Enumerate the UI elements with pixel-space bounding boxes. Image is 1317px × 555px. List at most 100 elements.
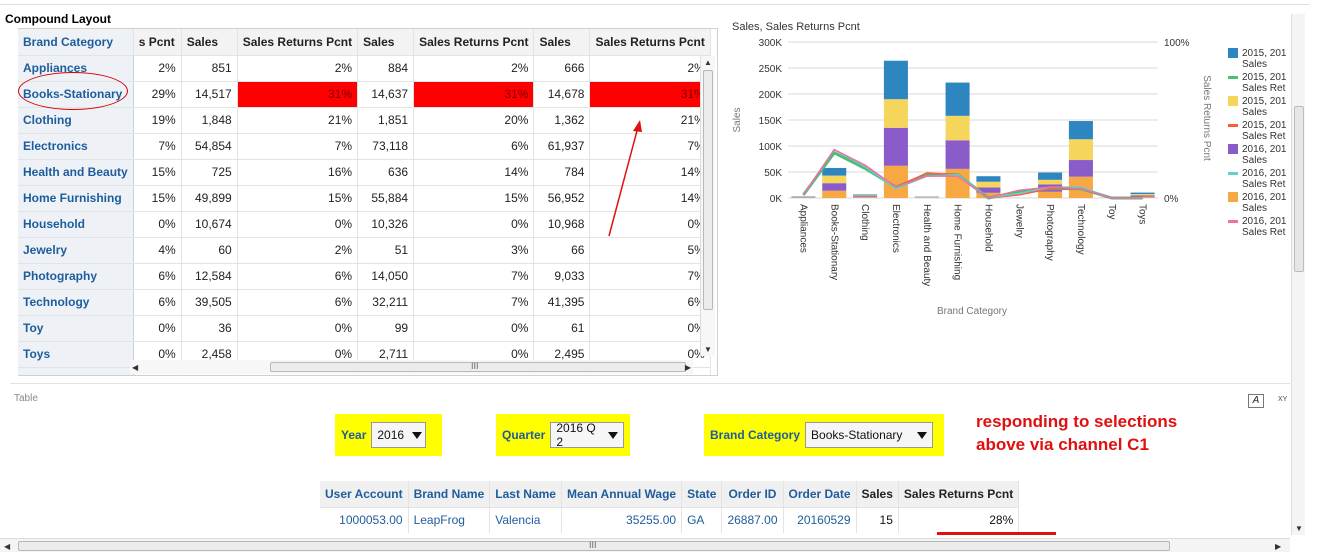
pivot-cell[interactable]: 2% bbox=[237, 55, 359, 82]
col-sales-returns-pcnt[interactable]: Sales Returns Pcnt bbox=[898, 481, 1020, 508]
cell-mean-annual-wage[interactable]: 35255.00 bbox=[561, 507, 683, 533]
pivot-cell[interactable]: 29% bbox=[133, 81, 182, 108]
pivot-cell[interactable]: 6% bbox=[589, 289, 711, 316]
pivot-row-category[interactable]: Jewelry bbox=[18, 237, 134, 264]
col-sales[interactable]: Sales bbox=[856, 481, 899, 508]
bar-segment[interactable] bbox=[1130, 192, 1155, 194]
pivot-row-category[interactable]: Home Furnishing bbox=[18, 185, 134, 212]
xy-tool-icon[interactable]: XY bbox=[1278, 396, 1287, 403]
bar-segment[interactable] bbox=[822, 175, 847, 184]
pivot-cell[interactable]: 19% bbox=[133, 107, 182, 134]
bar-segment[interactable] bbox=[1068, 121, 1093, 140]
pivot-cell[interactable]: 15% bbox=[133, 159, 182, 186]
pivot-cell[interactable]: 6% bbox=[237, 263, 359, 290]
pivot-row-category[interactable]: Books-Stationary bbox=[18, 81, 134, 108]
legend-item[interactable]: 2015, 201 Sales Ret bbox=[1228, 120, 1287, 142]
pivot-cell[interactable]: 61 bbox=[533, 315, 591, 342]
bar-segment[interactable] bbox=[883, 127, 908, 166]
pivot-cell[interactable]: 3% bbox=[413, 237, 535, 264]
pivot-cell[interactable]: 15% bbox=[237, 185, 359, 212]
pivot-cell[interactable]: 0% bbox=[589, 315, 711, 342]
legend-item[interactable]: 2016, 201 Sales Ret bbox=[1228, 216, 1287, 238]
pivot-cell[interactable]: 14% bbox=[413, 159, 535, 186]
bar-segment[interactable] bbox=[822, 183, 847, 191]
pivot-vertical-scrollbar[interactable]: ▲ ▼ bbox=[700, 56, 715, 356]
pivot-cell[interactable]: 9,033 bbox=[533, 263, 591, 290]
bar-segment[interactable] bbox=[1068, 139, 1093, 161]
legend-item[interactable]: 2016, 201 Sales bbox=[1228, 144, 1287, 166]
quarter-dropdown[interactable]: 2016 Q 2 bbox=[550, 421, 624, 449]
pivot-cell[interactable]: 7% bbox=[237, 133, 359, 160]
pivot-row-category[interactable]: Grand Total bbox=[18, 367, 134, 375]
pivot-cell[interactable]: 7% bbox=[413, 289, 535, 316]
pivot-col-header[interactable]: Sales Returns Pcnt bbox=[589, 29, 711, 56]
pivot-cell[interactable]: 32,211 bbox=[357, 289, 415, 316]
pivot-cell[interactable]: 6% bbox=[133, 263, 182, 290]
text-format-icon[interactable]: A bbox=[1248, 394, 1264, 408]
pivot-vscroll-thumb[interactable] bbox=[703, 70, 713, 310]
bar-segment[interactable] bbox=[1130, 195, 1155, 197]
bar-segment[interactable] bbox=[853, 195, 878, 197]
pivot-cell[interactable]: 12,584 bbox=[181, 263, 238, 290]
pivot-cell[interactable]: 0% bbox=[133, 211, 182, 238]
bar-segment[interactable] bbox=[1038, 191, 1063, 198]
pivot-cell[interactable]: 1,851 bbox=[357, 107, 415, 134]
scroll-right-icon[interactable]: ▶ bbox=[1275, 542, 1281, 551]
bar-segment[interactable] bbox=[976, 181, 1001, 188]
bar-segment[interactable] bbox=[1068, 160, 1093, 177]
bar-segment[interactable] bbox=[1130, 193, 1155, 196]
pivot-row-category[interactable]: Technology bbox=[18, 289, 134, 316]
pivot-cell[interactable]: 10,674 bbox=[181, 211, 238, 238]
pivot-col-header[interactable]: s Pcnt bbox=[133, 29, 182, 56]
pivot-cell[interactable]: 7% bbox=[589, 263, 711, 290]
pivot-cell[interactable]: 61,937 bbox=[533, 133, 591, 160]
pivot-cell[interactable]: 15% bbox=[133, 185, 182, 212]
pivot-cell[interactable]: 14,517 bbox=[181, 81, 238, 108]
pivot-cell[interactable]: 14,678 bbox=[533, 81, 591, 108]
scroll-left-icon[interactable]: ◀ bbox=[132, 363, 138, 372]
pivot-cell[interactable]: 10,968 bbox=[533, 211, 591, 238]
pivot-cell[interactable]: 7% bbox=[133, 133, 182, 160]
bar-segment[interactable] bbox=[822, 190, 847, 198]
year-dropdown[interactable]: 2016 bbox=[371, 422, 427, 448]
pivot-cell[interactable]: 51 bbox=[357, 237, 415, 264]
pivot-row-category[interactable]: Toys bbox=[18, 341, 134, 368]
pivot-cell[interactable]: 31% bbox=[589, 81, 711, 108]
bar-segment[interactable] bbox=[945, 115, 970, 141]
legend-item[interactable]: 2015, 201 Sales bbox=[1228, 48, 1287, 70]
pivot-cell[interactable]: 2% bbox=[237, 237, 359, 264]
scroll-right-icon[interactable]: ▶ bbox=[685, 363, 691, 372]
bar-segment[interactable] bbox=[976, 176, 1001, 182]
pivot-cell[interactable]: 636 bbox=[357, 159, 415, 186]
pivot-row-category[interactable]: Health and Beauty bbox=[18, 159, 134, 186]
scroll-down-icon[interactable]: ▼ bbox=[704, 345, 712, 354]
pivot-cell[interactable]: 0% bbox=[237, 315, 359, 342]
pivot-cell[interactable]: 7% bbox=[413, 263, 535, 290]
pivot-col-header[interactable]: Sales Returns Pcnt bbox=[413, 29, 535, 56]
bar-segment[interactable] bbox=[853, 194, 878, 196]
pivot-cell[interactable]: 31% bbox=[413, 81, 535, 108]
pivot-row-category[interactable]: Household bbox=[18, 211, 134, 238]
pivot-cell[interactable]: 0% bbox=[413, 315, 535, 342]
col-user-account[interactable]: User Account bbox=[320, 481, 409, 508]
pivot-cell[interactable]: 14,637 bbox=[357, 81, 415, 108]
pivot-cell[interactable]: 4% bbox=[133, 237, 182, 264]
pivot-cell[interactable]: 73,118 bbox=[357, 133, 415, 160]
col-order-date[interactable]: Order Date bbox=[783, 481, 857, 508]
bar-segment[interactable] bbox=[945, 82, 970, 116]
pivot-cell[interactable]: 14,050 bbox=[357, 263, 415, 290]
scroll-down-icon[interactable]: ▼ bbox=[1295, 524, 1303, 533]
pivot-cell[interactable]: 20% bbox=[413, 107, 535, 134]
pivot-cell[interactable]: 784 bbox=[533, 159, 591, 186]
bar-segment[interactable] bbox=[822, 167, 847, 176]
pivot-cell[interactable]: 15% bbox=[413, 185, 535, 212]
pivot-cell[interactable]: 10,326 bbox=[357, 211, 415, 238]
pivot-cell[interactable]: 6% bbox=[133, 289, 182, 316]
page-vertical-scrollbar[interactable]: ▼ bbox=[1291, 14, 1305, 535]
pivot-cell[interactable]: 36 bbox=[181, 315, 238, 342]
pivot-cell[interactable]: 1,362 bbox=[533, 107, 591, 134]
cell-brand-name[interactable]: LeapFrog bbox=[408, 507, 491, 533]
pivot-col-header[interactable]: Sales bbox=[533, 29, 591, 56]
col-mean-annual-wage[interactable]: Mean Annual Wage bbox=[561, 481, 683, 508]
pivot-cell[interactable]: 2% bbox=[133, 55, 182, 82]
